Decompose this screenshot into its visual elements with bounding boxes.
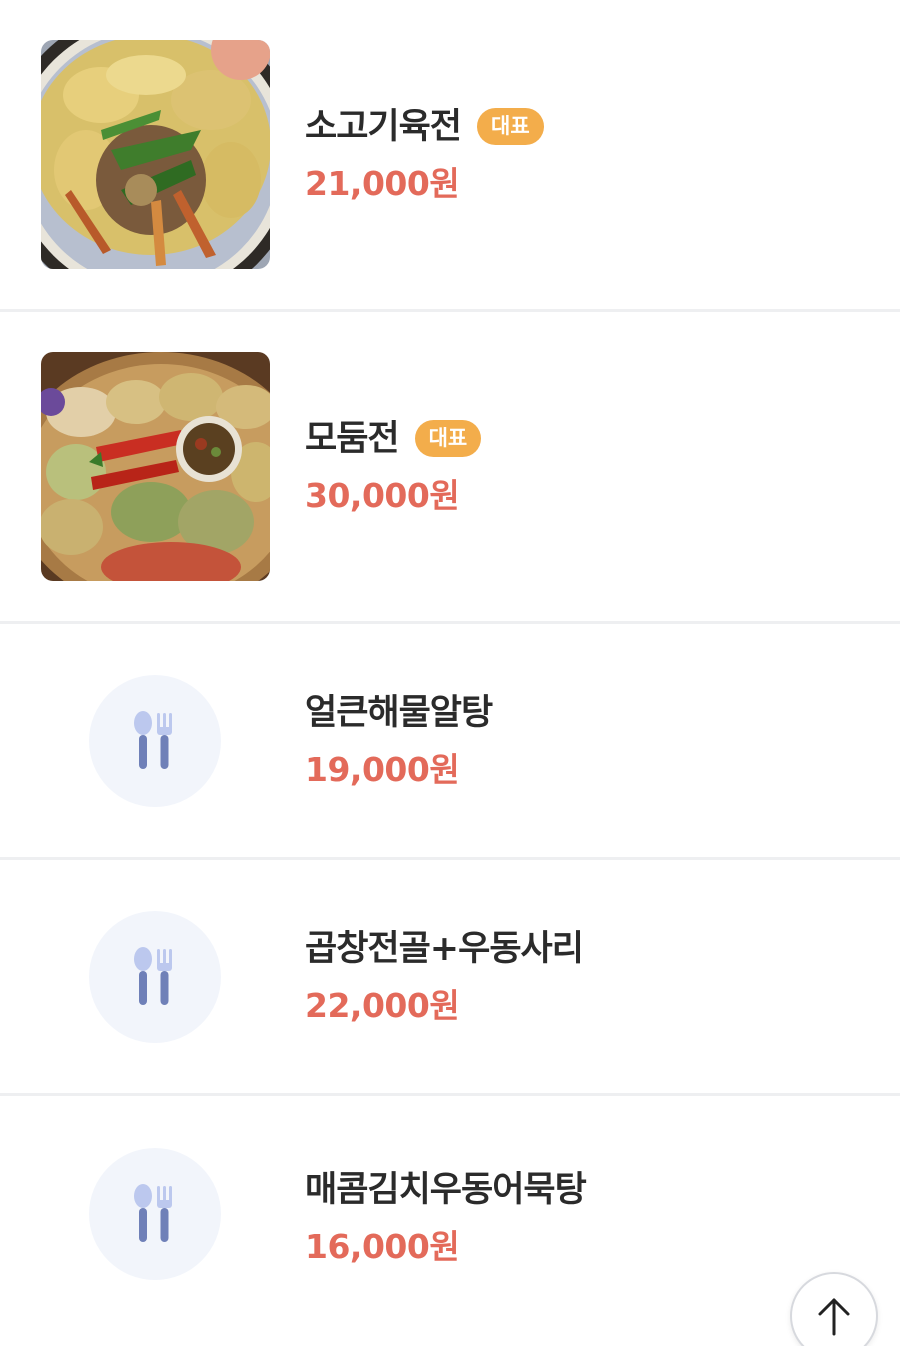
signature-badge: 대표 <box>477 108 544 145</box>
menu-list: 소고기육전 대표 21,000원 모둠전 대표 30,000원 얼큰해물알탕 1… <box>0 0 900 1346</box>
arrow-up-icon <box>818 1298 850 1336</box>
menu-item-placeholder <box>89 674 221 807</box>
assorted-pancakes-photo <box>41 352 270 581</box>
menu-item[interactable]: 곱창전골+우동사리 22,000원 <box>0 860 900 1096</box>
menu-item[interactable]: 얼큰해물알탕 19,000원 <box>0 624 900 860</box>
meat-pancake-photo <box>41 40 270 269</box>
menu-item-price: 22,000원 <box>305 985 460 1025</box>
menu-item-name: 얼큰해물알탕 <box>305 692 493 733</box>
menu-item-placeholder <box>89 910 221 1043</box>
menu-item-price: 30,000원 <box>305 475 460 515</box>
menu-item-name: 소고기육전 <box>305 106 462 147</box>
menu-item-name-line: 곱창전골+우동사리 <box>305 927 584 971</box>
utensils-icon <box>134 710 172 769</box>
menu-item-name: 곱창전골+우동사리 <box>305 928 584 969</box>
menu-item-photo <box>41 352 270 581</box>
utensils-icon <box>134 946 172 1005</box>
menu-item-photo <box>41 40 270 269</box>
signature-badge: 대표 <box>414 420 482 457</box>
menu-item-name-line: 매콤김치우동어묵탕 <box>305 1168 587 1212</box>
menu-item-info: 곱창전골+우동사리 22,000원 <box>305 927 584 1027</box>
menu-item-price: 21,000원 <box>305 163 460 203</box>
menu-page: 소고기육전 대표 21,000원 모둠전 대표 30,000원 얼큰해물알탕 1… <box>0 0 900 1346</box>
menu-item-name: 모둠전 <box>305 418 400 459</box>
menu-item-name-line: 소고기육전 대표 <box>305 105 544 149</box>
menu-item-name-line: 얼큰해물알탕 <box>305 691 493 735</box>
menu-item[interactable]: 매콤김치우동어묵탕 16,000원 <box>0 1096 900 1346</box>
menu-item-name-line: 모둠전 대표 <box>305 417 482 461</box>
menu-item[interactable]: 모둠전 대표 30,000원 <box>0 312 900 624</box>
menu-item-placeholder <box>89 1148 221 1280</box>
menu-item-info: 모둠전 대표 30,000원 <box>305 417 482 517</box>
menu-item[interactable]: 소고기육전 대표 21,000원 <box>0 0 900 312</box>
menu-item-info: 매콤김치우동어묵탕 16,000원 <box>305 1168 587 1268</box>
menu-item-name: 매콤김치우동어묵탕 <box>305 1170 587 1210</box>
menu-item-price: 19,000원 <box>305 749 460 789</box>
utensils-icon <box>134 1184 172 1242</box>
menu-item-info: 소고기육전 대표 21,000원 <box>305 105 544 205</box>
menu-item-info: 얼큰해물알탕 19,000원 <box>305 691 493 791</box>
menu-item-price: 16,000원 <box>305 1227 460 1266</box>
